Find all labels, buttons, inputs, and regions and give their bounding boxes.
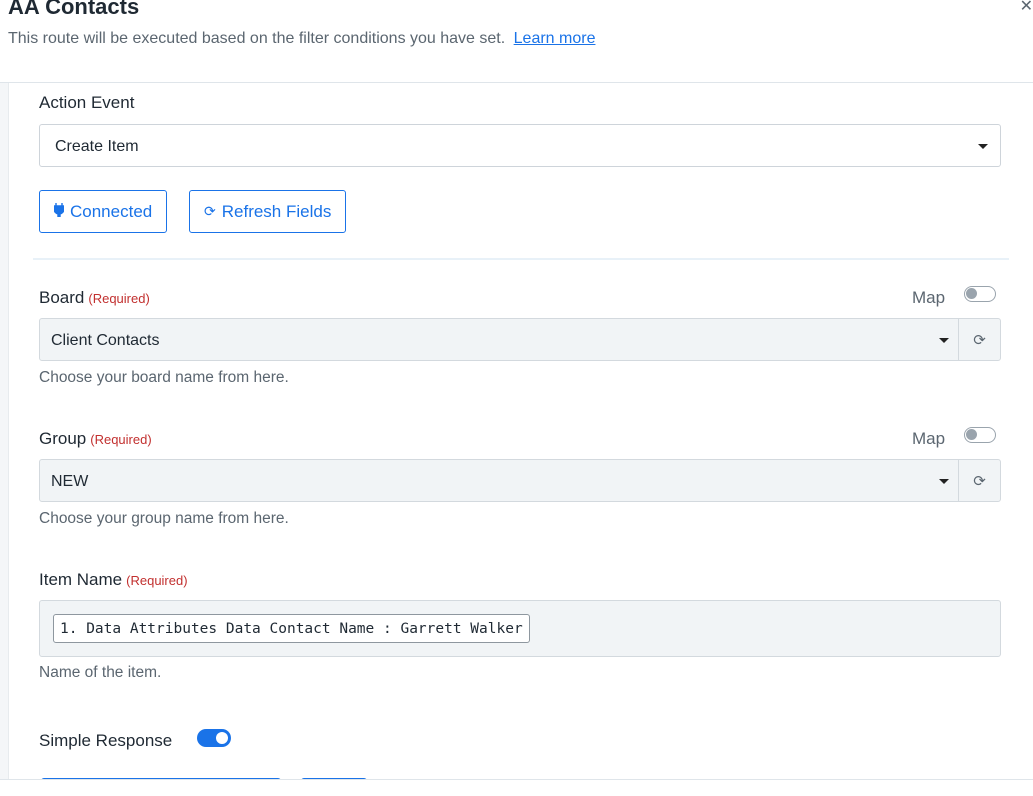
- required-marker: (Required): [126, 573, 188, 588]
- group-select[interactable]: NEW: [39, 459, 959, 502]
- chevron-down-icon: [939, 479, 949, 484]
- close-icon[interactable]: ✕: [1020, 0, 1033, 16]
- footer-divider: [0, 779, 1033, 780]
- toggle-knob: [966, 429, 977, 440]
- toggle-knob: [966, 288, 977, 299]
- learn-more-link[interactable]: Learn more: [514, 30, 596, 47]
- action-event-label: Action Event: [39, 93, 135, 112]
- board-hint: Choose your board name from here.: [39, 369, 289, 386]
- board-refresh-button[interactable]: ⟳: [958, 318, 1001, 361]
- route-description-text: This route will be executed based on the…: [8, 30, 506, 47]
- toggle-knob: [216, 732, 228, 744]
- group-refresh-button[interactable]: ⟳: [958, 459, 1001, 502]
- chevron-down-icon: [978, 144, 988, 149]
- page-title: AA Contacts: [8, 0, 140, 19]
- required-marker: (Required): [90, 432, 152, 447]
- item-name-input[interactable]: 1. Data Attributes Data Contact Name : G…: [39, 600, 1001, 657]
- simple-response-toggle[interactable]: [197, 729, 231, 747]
- form-panel: Action Event Create Item Connected ⟳ Ref…: [9, 83, 1033, 780]
- group-map-label: Map: [912, 429, 946, 448]
- item-name-label-text: Item Name: [39, 570, 123, 589]
- required-marker: (Required): [88, 291, 150, 306]
- connected-button-label: Connected: [70, 201, 153, 221]
- group-label-text: Group: [39, 429, 87, 448]
- refresh-icon: ⟳: [973, 472, 986, 490]
- item-name-hint: Name of the item.: [39, 664, 162, 681]
- section-divider: [33, 258, 1009, 260]
- board-map-toggle[interactable]: [964, 286, 996, 302]
- group-hint: Choose your group name from here.: [39, 510, 289, 527]
- board-label: Board (Required): [39, 288, 150, 308]
- group-value: NEW: [51, 473, 89, 490]
- chevron-down-icon: [939, 338, 949, 343]
- board-value: Client Contacts: [51, 332, 160, 349]
- simple-response-label: Simple Response: [39, 731, 173, 750]
- board-map-label: Map: [912, 288, 946, 307]
- refresh-icon: ⟳: [204, 203, 216, 219]
- left-rail: [0, 83, 9, 780]
- action-event-select[interactable]: Create Item: [39, 124, 1001, 167]
- route-description: This route will be executed based on the…: [8, 30, 595, 48]
- item-name-mapped-chip[interactable]: 1. Data Attributes Data Contact Name : G…: [53, 614, 530, 643]
- item-name-label: Item Name (Required): [39, 570, 188, 590]
- refresh-fields-button[interactable]: ⟳ Refresh Fields: [189, 190, 347, 233]
- board-select[interactable]: Client Contacts: [39, 318, 959, 361]
- board-label-text: Board: [39, 288, 85, 307]
- refresh-icon: ⟳: [973, 331, 986, 349]
- refresh-fields-button-label: Refresh Fields: [221, 201, 332, 221]
- route-header: AA Contacts This route will be executed …: [0, 0, 1033, 83]
- group-label: Group (Required): [39, 429, 152, 449]
- action-event-value: Create Item: [55, 138, 139, 155]
- connected-button[interactable]: Connected: [39, 190, 168, 233]
- group-map-toggle[interactable]: [964, 427, 996, 443]
- plug-icon: [53, 203, 65, 220]
